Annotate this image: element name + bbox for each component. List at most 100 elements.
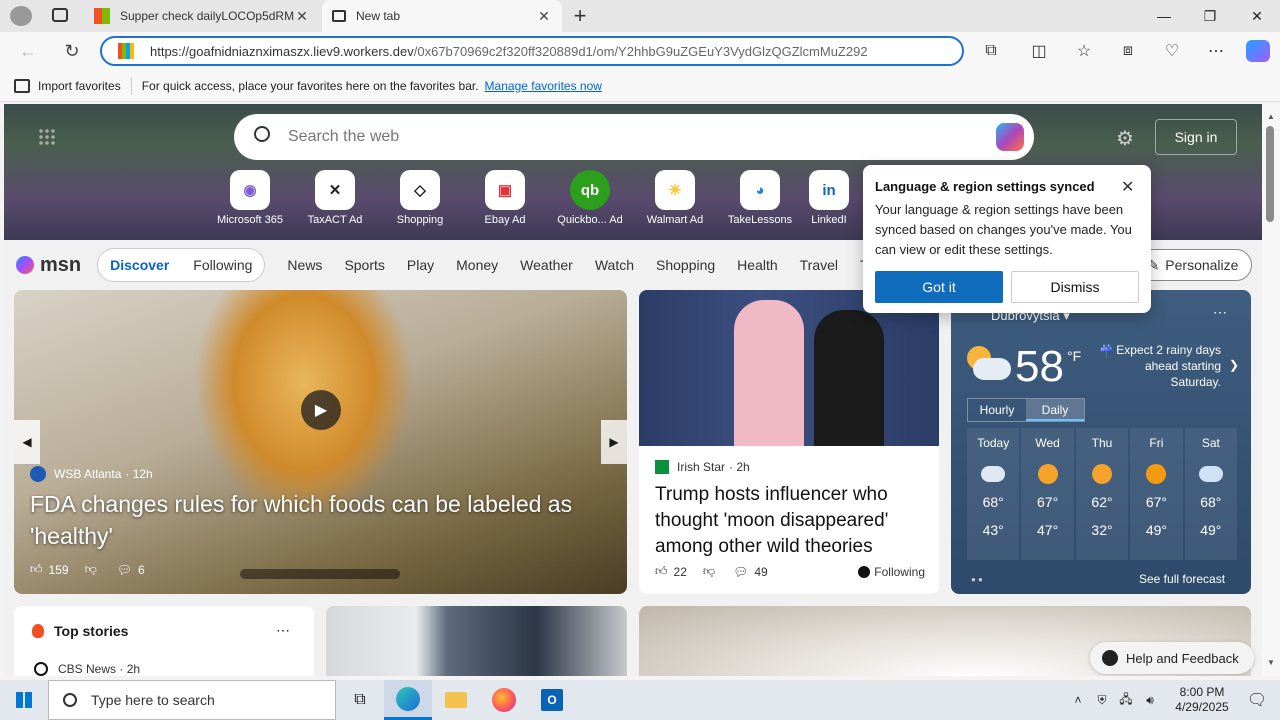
forecast-day[interactable]: Wed 67° 47°: [1021, 428, 1074, 560]
taskbar-search-input[interactable]: Type here to search: [91, 692, 215, 708]
search-box[interactable]: Search the web: [234, 114, 1034, 160]
collections-icon[interactable]: ⧈: [1116, 40, 1140, 62]
minimize-button[interactable]: —: [1141, 0, 1187, 32]
forecast-day[interactable]: Sat 68° 49°: [1184, 428, 1238, 560]
forecast-day[interactable]: Fri 67° 49°: [1130, 428, 1183, 560]
taskbar-search-box[interactable]: Type here to search: [48, 680, 336, 720]
close-tab-icon[interactable]: ✕: [536, 8, 552, 25]
got-it-button[interactable]: Got it: [875, 271, 1003, 303]
like-icon[interactable]: 👍︎: [655, 564, 668, 579]
carousel-prev-button[interactable]: ◀: [14, 420, 40, 464]
network-icon[interactable]: 🖧︎: [1114, 690, 1138, 711]
extensions-icon[interactable]: ⧉: [979, 40, 1003, 62]
dismiss-button[interactable]: Dismiss: [1011, 271, 1139, 303]
task-view-icon[interactable]: ⧉: [336, 691, 384, 709]
carousel-next-button[interactable]: ▶: [601, 420, 627, 464]
back-button[interactable]: ←: [16, 40, 40, 62]
volume-icon[interactable]: 🔊︎: [1138, 693, 1162, 708]
weather-unit[interactable]: °F: [1067, 348, 1081, 364]
split-screen-icon[interactable]: ◫: [1027, 40, 1051, 62]
quick-link-linkedin[interactable]: in LinkedI: [804, 170, 854, 226]
nav-shopping[interactable]: Shopping: [656, 257, 715, 273]
top-stories-more-icon[interactable]: ⋯: [276, 622, 290, 639]
see-full-forecast-link[interactable]: See full forecast: [1139, 572, 1225, 586]
main-story-card[interactable]: ▶ ◀ ▶ WSB Atlanta · 12h FDA changes rule…: [14, 290, 627, 594]
close-tab-icon[interactable]: ✕: [294, 8, 310, 25]
manage-favorites-link[interactable]: Manage favorites now: [485, 79, 602, 93]
chart-story-card[interactable]: [326, 606, 627, 676]
settings-gear-icon[interactable]: ⚙: [1116, 126, 1134, 151]
weather-next-icon[interactable]: ❯: [1229, 358, 1239, 372]
personalize-button[interactable]: ✎ Personalize: [1134, 249, 1252, 281]
address-input[interactable]: https://goafnidniaznximaszx.liev9.worker…: [100, 36, 964, 66]
tab-actions-icon[interactable]: [52, 8, 68, 22]
play-icon[interactable]: ▶: [301, 390, 341, 430]
help-feedback-button[interactable]: Help and Feedback: [1090, 642, 1254, 674]
side-story-card[interactable]: Irish Star · 2h Trump hosts influencer w…: [639, 290, 939, 594]
quick-link-takelessons[interactable]: ◕ TakeLessons: [719, 170, 801, 226]
import-favorites-button[interactable]: Import favorites: [38, 79, 121, 93]
close-window-button[interactable]: ✕: [1234, 0, 1280, 32]
quick-link-taxact[interactable]: ✕ TaxACT Ad: [294, 170, 376, 226]
tab-supper-check[interactable]: Supper check dailyLOCOp5dRMI ✕: [84, 0, 320, 32]
nav-health[interactable]: Health: [737, 257, 777, 273]
clock[interactable]: 8:00 PM 4/29/2025: [1162, 685, 1242, 715]
favorites-star-icon[interactable]: ☆: [1072, 40, 1096, 62]
quick-link-shopping[interactable]: ◇ Shopping: [379, 170, 461, 226]
weather-note[interactable]: Expect 2 rainy days ahead starting Satur…: [1115, 342, 1221, 390]
following-label[interactable]: Following: [874, 565, 925, 579]
tab-daily[interactable]: Daily: [1026, 399, 1084, 421]
show-hidden-icons[interactable]: ˄: [1066, 693, 1090, 707]
quick-link-walmart[interactable]: ✳ Walmart Ad: [634, 170, 716, 226]
notifications-icon[interactable]: 🗨︎: [1242, 690, 1272, 710]
apps-grid-icon[interactable]: [38, 128, 56, 146]
copilot-search-icon[interactable]: [996, 123, 1024, 151]
profile-icon[interactable]: [10, 6, 32, 26]
scroll-down-arrow[interactable]: ▼: [1267, 658, 1275, 667]
sign-in-button[interactable]: Sign in: [1155, 119, 1237, 155]
tab-discover[interactable]: Discover: [110, 257, 169, 273]
defender-icon[interactable]: ⛨: [1090, 693, 1114, 708]
nav-watch[interactable]: Watch: [595, 257, 634, 273]
nav-travel[interactable]: Travel: [800, 257, 838, 273]
weather-card[interactable]: Dubrovytsia ▾ ⋯ 58 °F ☔ Expect 2 rainy d…: [951, 290, 1251, 594]
restore-button[interactable]: ❐: [1187, 0, 1233, 32]
carousel-dots[interactable]: [240, 569, 400, 579]
comment-icon[interactable]: 💬︎: [117, 563, 132, 577]
page-scrollbar[interactable]: ▲ ▼: [1262, 104, 1280, 676]
search-input[interactable]: Search the web: [288, 128, 399, 146]
top-stories-title[interactable]: Top stories: [54, 623, 128, 639]
refresh-button[interactable]: ↻: [60, 40, 84, 62]
nav-weather[interactable]: Weather: [520, 257, 573, 273]
weather-more-icon[interactable]: ⋯: [1213, 304, 1227, 321]
browser-essentials-icon[interactable]: ♡: [1160, 40, 1184, 62]
quick-link-ebay[interactable]: ▣ Ebay Ad: [464, 170, 546, 226]
scroll-thumb[interactable]: [1266, 126, 1274, 222]
comment-icon[interactable]: 💬︎: [733, 565, 748, 579]
nav-sports[interactable]: Sports: [344, 257, 384, 273]
tab-new-tab[interactable]: New tab ✕: [322, 0, 562, 32]
story-headline[interactable]: Trump hosts influencer who thought 'moon…: [655, 482, 929, 560]
nav-play[interactable]: Play: [407, 257, 434, 273]
scroll-up-arrow[interactable]: ▲: [1267, 112, 1275, 121]
weather-pager-dots[interactable]: ● ●: [971, 575, 983, 584]
forecast-day[interactable]: Today 68° 43°: [967, 428, 1020, 560]
quick-link-quickbooks[interactable]: qb Quickbo... Ad: [549, 170, 631, 226]
edge-taskbar-icon[interactable]: [384, 680, 432, 720]
popup-close-icon[interactable]: ✕: [1121, 177, 1134, 197]
start-button[interactable]: [0, 680, 48, 720]
quick-link-microsoft365[interactable]: ◉ Microsoft 365: [209, 170, 291, 226]
story-headline[interactable]: FDA changes rules for which foods can be…: [30, 488, 620, 552]
more-menu-icon[interactable]: ⋯: [1204, 40, 1228, 62]
firefox-icon[interactable]: [480, 680, 528, 720]
msn-brand[interactable]: msn: [40, 254, 81, 277]
copilot-icon[interactable]: [1246, 40, 1270, 62]
dislike-icon[interactable]: 👎︎: [85, 562, 97, 577]
tab-following[interactable]: Following: [193, 257, 252, 273]
like-icon[interactable]: 👍︎: [30, 562, 43, 577]
new-tab-button[interactable]: +: [568, 3, 592, 29]
file-explorer-icon[interactable]: [432, 680, 480, 720]
nav-news[interactable]: News: [287, 257, 322, 273]
dislike-icon[interactable]: 👎︎: [703, 564, 715, 579]
nav-money[interactable]: Money: [456, 257, 498, 273]
